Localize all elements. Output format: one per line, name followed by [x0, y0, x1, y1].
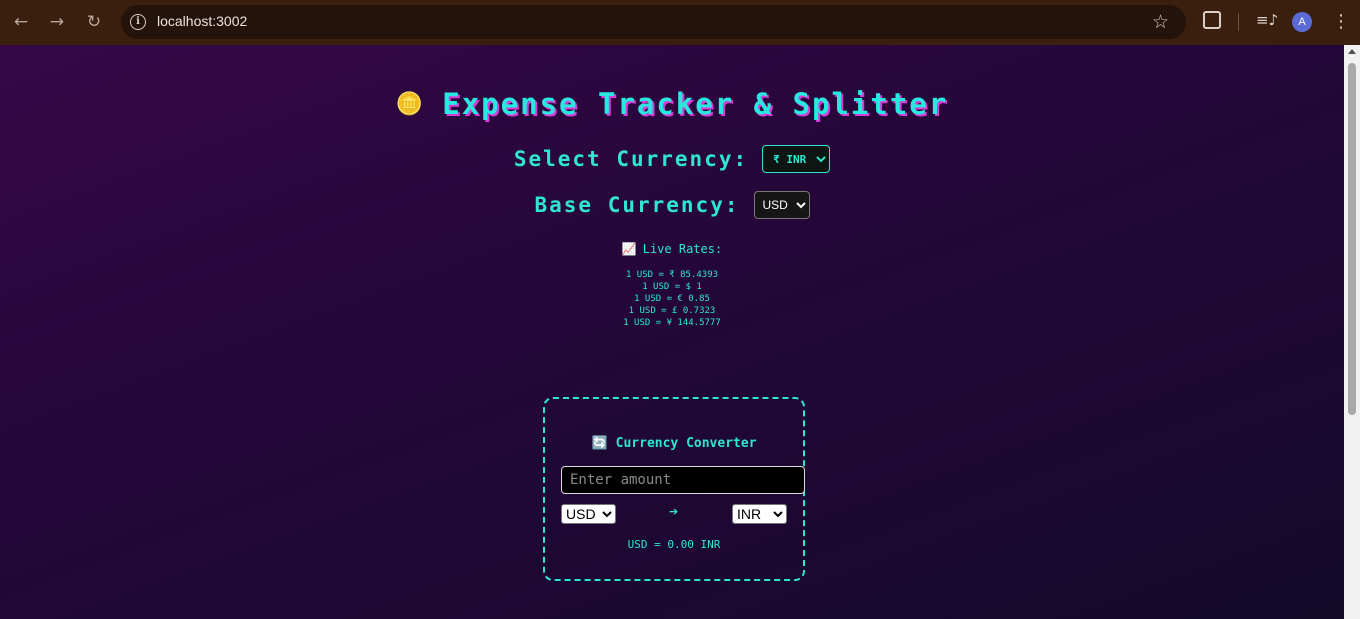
chart-up-icon: 📈 — [621, 242, 637, 256]
page-scrollbar[interactable] — [1344, 45, 1360, 619]
media-control-icon[interactable]: ≡♪ — [1256, 11, 1278, 29]
rate-item: 1 USD = £ 0.7323 — [628, 306, 716, 316]
live-rates-label: Live Rates: — [642, 242, 723, 256]
site-info-icon[interactable]: i — [130, 14, 146, 30]
app-header: 🪙 Expense Tracker & Splitter — [0, 87, 1344, 121]
live-rates-heading: 📈 Live Rates: — [0, 242, 1344, 256]
forward-arrow-icon[interactable]: → — [45, 10, 69, 34]
browser-toolbar: ← → ↻ i localhost:3002 ☆ ≡♪ A ⋮ — [0, 0, 1360, 45]
kebab-menu-icon[interactable]: ⋮ — [1332, 10, 1350, 34]
toolbar-divider — [1238, 13, 1239, 31]
to-currency-select[interactable]: INR — [732, 504, 787, 524]
back-arrow-icon[interactable]: ← — [9, 10, 33, 34]
scroll-up-arrow-icon[interactable] — [1348, 49, 1356, 54]
currency-converter-panel: 🔄 Currency Converter USD ➔ INR USD = 0.00… — [543, 397, 805, 581]
profile-avatar[interactable]: A — [1292, 12, 1312, 32]
amount-input[interactable] — [561, 466, 805, 494]
rate-item: 1 USD = ¥ 144.5777 — [623, 318, 721, 328]
base-currency-dropdown[interactable]: USD — [753, 191, 810, 219]
live-rates-list: 1 USD = ₹ 85.4393 1 USD = $ 1 1 USD = € … — [0, 269, 1344, 329]
url-text[interactable]: localhost:3002 — [157, 13, 247, 29]
arrow-right-icon: ➔ — [669, 505, 679, 518]
money-icon: 🪙 — [395, 91, 424, 117]
app-page: 🪙 Expense Tracker & Splitter Select Curr… — [0, 45, 1344, 619]
from-currency-select[interactable]: USD — [561, 504, 616, 524]
page-title: Expense Tracker & Splitter — [442, 87, 949, 121]
bookmark-star-icon[interactable]: ☆ — [1152, 10, 1169, 34]
rate-item: 1 USD = ₹ 85.4393 — [625, 270, 719, 280]
address-bar[interactable] — [121, 5, 1186, 39]
rate-item: 1 USD = $ 1 — [642, 282, 702, 292]
converter-title: 🔄 Currency Converter — [545, 436, 803, 451]
converter-title-text: Currency Converter — [615, 436, 757, 451]
select-currency-row: Select Currency: ₹ INR — [0, 145, 1344, 173]
reload-icon[interactable]: ↻ — [82, 10, 106, 34]
base-currency-label: Base Currency: — [534, 193, 740, 217]
select-currency-dropdown[interactable]: ₹ INR — [762, 145, 831, 173]
select-currency-label: Select Currency: — [513, 147, 749, 171]
base-currency-row: Base Currency: USD — [0, 191, 1344, 219]
extensions-icon[interactable] — [1203, 11, 1221, 29]
scrollbar-thumb[interactable] — [1348, 63, 1356, 415]
conversion-result: USD = 0.00 INR — [627, 538, 721, 551]
refresh-arrows-icon: 🔄 — [591, 436, 608, 451]
rate-item: 1 USD = € 0.85 — [634, 294, 710, 304]
